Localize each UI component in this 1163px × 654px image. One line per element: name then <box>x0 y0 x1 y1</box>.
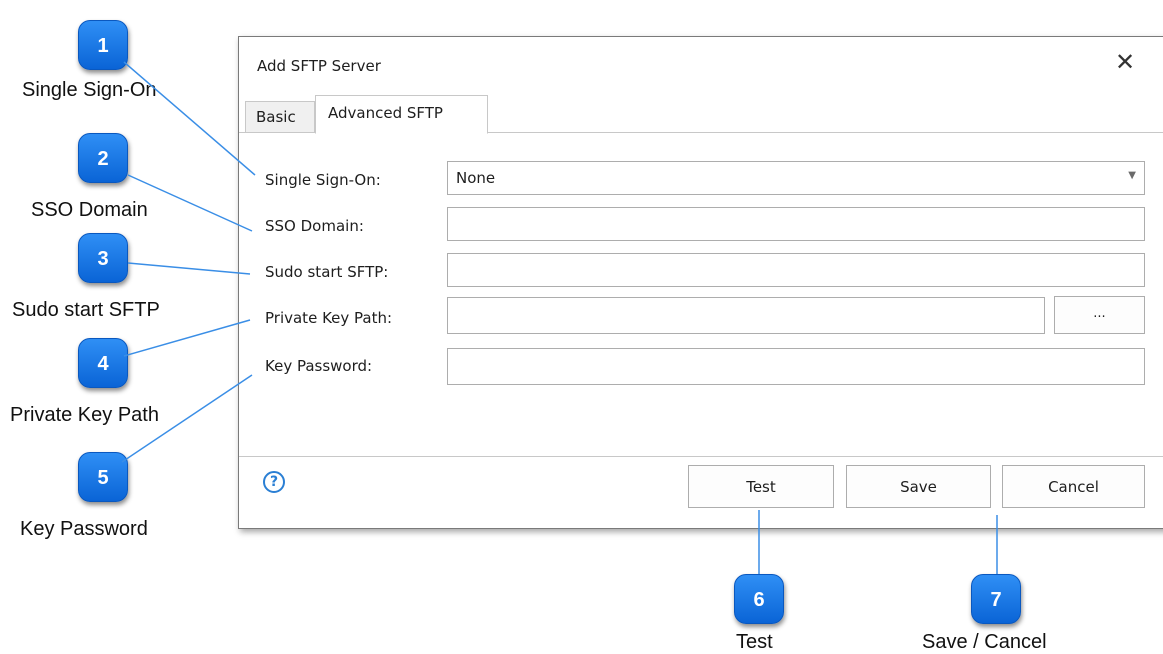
private-key-path-input[interactable] <box>447 297 1045 334</box>
sso-domain-label: SSO Domain: <box>265 217 364 235</box>
cancel-button[interactable]: Cancel <box>1002 465 1145 508</box>
browse-button[interactable]: ... <box>1054 296 1145 334</box>
single-sign-on-value: None <box>456 169 496 187</box>
dialog-title: Add SFTP Server <box>257 57 381 75</box>
connector-3 <box>127 262 251 275</box>
callout-marker-4: 4 <box>78 338 128 388</box>
callout-caption-4: Private Key Path <box>10 404 159 426</box>
callout-marker-7: 7 <box>971 574 1021 624</box>
footer-divider <box>239 456 1163 457</box>
callout-caption-1: Single Sign-On <box>22 79 157 101</box>
save-button[interactable]: Save <box>846 465 991 508</box>
single-sign-on-select[interactable]: None ▼ <box>447 161 1145 195</box>
test-button[interactable]: Test <box>688 465 834 508</box>
callout-marker-6: 6 <box>734 574 784 624</box>
callout-caption-2: SSO Domain <box>31 199 148 221</box>
callout-marker-5: 5 <box>78 452 128 502</box>
callout-marker-3: 3 <box>78 233 128 283</box>
private-key-path-label: Private Key Path: <box>265 309 393 327</box>
close-icon[interactable]: ✕ <box>1115 50 1135 74</box>
single-sign-on-label: Single Sign-On: <box>265 171 381 189</box>
sudo-start-sftp-input[interactable] <box>447 253 1145 287</box>
sso-domain-input[interactable] <box>447 207 1145 241</box>
callout-caption-5: Key Password <box>20 518 148 540</box>
connector-4 <box>123 319 251 357</box>
tab-basic[interactable]: Basic <box>245 101 315 133</box>
help-icon[interactable]: ? <box>263 471 285 493</box>
callout-caption-3: Sudo start SFTP <box>12 299 160 321</box>
callout-caption-7: Save / Cancel <box>922 631 1047 653</box>
key-password-label: Key Password: <box>265 357 373 375</box>
chevron-down-icon: ▼ <box>1128 170 1136 181</box>
sudo-start-sftp-label: Sudo start SFTP: <box>265 263 389 281</box>
callout-marker-1: 1 <box>78 20 128 70</box>
callout-marker-2: 2 <box>78 133 128 183</box>
tab-advanced-sftp[interactable]: Advanced SFTP <box>315 95 488 134</box>
add-sftp-server-dialog: Add SFTP Server ✕ Basic Advanced SFTP Si… <box>238 36 1163 529</box>
callout-caption-6: Test <box>736 631 773 653</box>
key-password-input[interactable] <box>447 348 1145 385</box>
